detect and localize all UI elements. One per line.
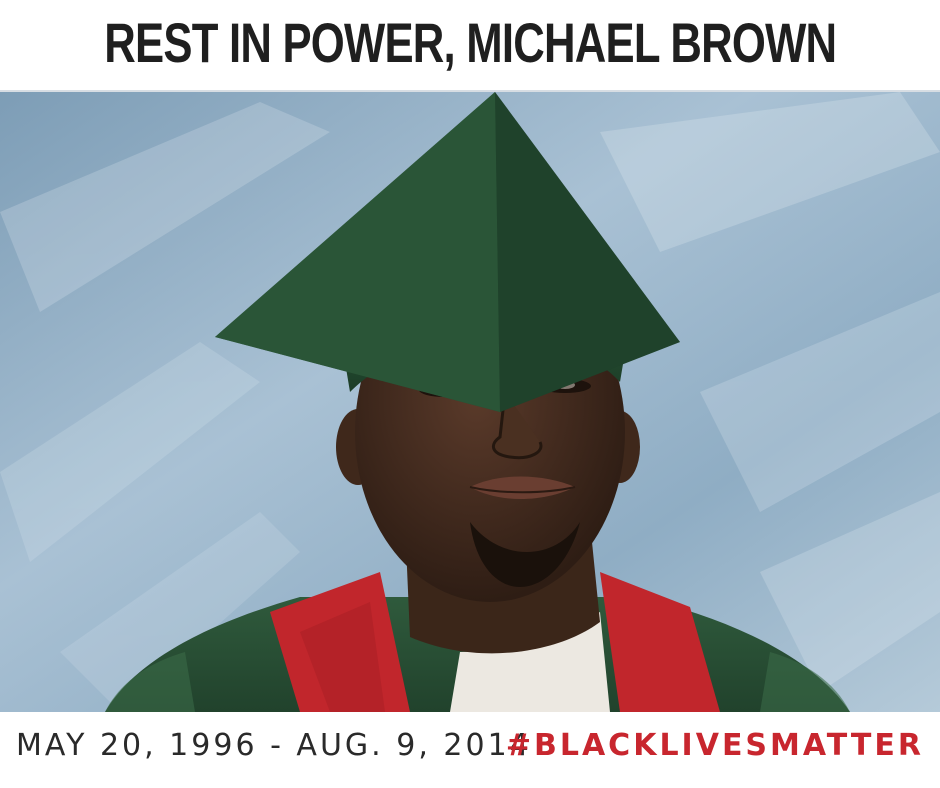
life-dates: MAY 20, 1996 - AUG. 9, 2014 <box>16 728 532 763</box>
page-title: REST IN POWER, MICHAEL BROWN <box>103 10 837 74</box>
portrait-photo <box>0 92 940 712</box>
footer-bar: MAY 20, 1996 - AUG. 9, 2014 #BLACKLIVESM… <box>0 712 940 788</box>
memorial-card: REST IN POWER, MICHAEL BROWN MAY 20, 199… <box>0 0 940 788</box>
hashtag: #BLACKLIVESMATTER <box>505 728 924 763</box>
header-banner: REST IN POWER, MICHAEL BROWN <box>0 0 940 92</box>
portrait-illustration <box>0 92 940 712</box>
